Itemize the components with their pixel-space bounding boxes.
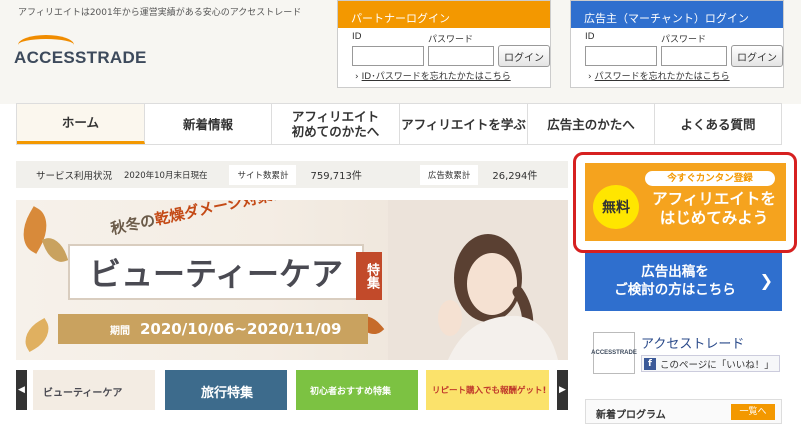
partner-password-input[interactable] (428, 46, 494, 66)
nav-home[interactable]: ホーム (17, 104, 145, 144)
leaf-decoration-icon (41, 233, 69, 267)
subtitle-post: に！ (270, 200, 303, 204)
advertiser-id-input[interactable] (585, 46, 657, 66)
ad-button-text: 広告出稿を ご検討の方はこちら (614, 264, 736, 299)
start-affiliate-button[interactable]: 今すぐカンタン登録 無料 アフィリエイトを はじめてみよう (585, 163, 786, 241)
new-programs-title: 新着プログラム (596, 410, 666, 421)
view-all-button[interactable]: 一覧へ (731, 404, 775, 420)
sites-label: サイト数累計 (229, 164, 297, 185)
advertiser-login-title: 広告主（マーチャント）ログイン (571, 1, 783, 28)
nav-advertisers[interactable]: 広告主のかたへ (528, 104, 655, 144)
sites-value: 759,713件 (310, 171, 362, 182)
model-photo (388, 200, 568, 360)
partner-password-label: パスワード (428, 35, 474, 45)
nav-news[interactable]: 新着情報 (145, 104, 272, 144)
period-label: 期間 (110, 325, 130, 337)
advertiser-forgot-link[interactable]: › パスワードを忘れたかたはこちら (588, 69, 730, 82)
partner-id-input[interactable] (352, 46, 424, 66)
period-dates: 2020/10/06~2020/11/09 (140, 320, 342, 338)
thumb-next-button[interactable]: ▶ (557, 370, 568, 410)
banner-badge: 特集 (356, 252, 382, 300)
beauty-care-banner[interactable]: 秋冬の乾燥ダメージ対策に！ ビューティーケア 特集 期間 2020/10/06~2… (16, 200, 568, 360)
site-header: アフィリエイトは2001年から運営実績がある安心のアクセストレード ACCESS… (0, 0, 801, 104)
fb-page-avatar[interactable]: ACCESSTRADE (591, 332, 637, 374)
partner-forgot-link[interactable]: › ID･パスワードを忘れたかたはこちら (355, 69, 511, 82)
partner-login-title: パートナーログイン (338, 1, 550, 28)
partner-login-button[interactable]: ログイン (498, 45, 550, 67)
new-programs-box: 新着プログラム 一覧へ (585, 399, 782, 424)
stats-date: 2020年10月末日現在 (124, 170, 208, 181)
thumb-text: 初心者おすすめ特集 (310, 387, 392, 397)
main-nav: ホーム 新着情報 アフィリエイト 初めてのかたへ アフィリエイトを学ぶ 広告主の… (16, 103, 782, 145)
thumb-text: ビューティーケア (43, 388, 123, 399)
partner-login-box: パートナーログイン ID パスワード ログイン › ID･パスワードを忘れたかたは… (337, 0, 551, 88)
facebook-icon: f (644, 358, 656, 370)
fb-page-name[interactable]: アクセストレード (641, 333, 744, 352)
thumb-text: リピート購入でも報酬ゲット! (432, 386, 547, 396)
advertiser-login-box: 広告主（マーチャント）ログイン ID パスワード ログイン › パスワードを忘れた… (570, 0, 784, 88)
thumbnail-repeat[interactable]: リピート購入でも報酬ゲット! (426, 370, 549, 410)
free-badge: 無料 (593, 185, 639, 229)
thumb-prev-button[interactable]: ◀ (16, 370, 27, 410)
fb-like-button[interactable]: f このページに「いいね！」 (641, 355, 780, 372)
nav-faq[interactable]: よくある質問 (655, 104, 781, 144)
banner-subtitle: 秋冬の乾燥ダメージ対策に！ (109, 200, 303, 239)
advertiser-id-label: ID (585, 32, 595, 42)
thumbnail-travel[interactable]: 旅行特集 (165, 370, 287, 410)
nav-learn[interactable]: アフィリエイトを学ぶ (400, 104, 528, 144)
banner-period: 期間 2020/10/06~2020/11/09 (58, 314, 368, 344)
subtitle-emphasis: 乾燥ダメージ対策 (153, 200, 274, 229)
cta-top-label: 今すぐカンタン登録 (645, 171, 775, 186)
accesstrade-logo[interactable]: ACCESSTRADE (14, 35, 174, 85)
stats-title: サービス利用状況 (36, 170, 113, 182)
fb-like-text: このページに「いいね！」 (660, 360, 774, 371)
partner-id-label: ID (352, 32, 362, 42)
thumbnail-beauty[interactable]: ビューティーケア (33, 370, 155, 410)
advertiser-forgot-text: パスワードを忘れたかたはこちら (594, 72, 730, 82)
banner-title: ビューティーケア (68, 244, 364, 300)
facebook-widget: ACCESSTRADE アクセストレード f このページに「いいね！」 (585, 325, 782, 381)
advertiser-password-label: パスワード (661, 35, 707, 45)
service-stats-bar: サービス利用状況 2020年10月末日現在 サイト数累計 759,713件 広告… (16, 161, 568, 188)
link-arrow-icon: › (355, 72, 359, 82)
ads-label: 広告数累計 (419, 164, 479, 185)
thumbnail-beginner[interactable]: 初心者おすすめ特集 (296, 370, 418, 410)
logo-text: ACCESSTRADE (14, 48, 147, 67)
ads-value: 26,294件 (492, 171, 538, 182)
advertise-inquiry-button[interactable]: 広告出稿を ご検討の方はこちら ❯ (585, 253, 782, 311)
link-arrow-icon: › (588, 72, 592, 82)
leaf-decoration-icon (18, 317, 56, 353)
cta-main-text: アフィリエイトを はじめてみよう (652, 190, 776, 228)
thumb-text: 旅行特集 (201, 386, 254, 401)
advertiser-login-button[interactable]: ログイン (731, 45, 783, 67)
nav-first-time[interactable]: アフィリエイト 初めてのかたへ (272, 104, 400, 144)
chevron-right-icon: ❯ (759, 271, 773, 290)
banner-thumbnails: ◀ ビューティーケア 旅行特集 初心者おすすめ特集 リピート購入でも報酬ゲット!… (16, 368, 568, 412)
tagline: アフィリエイトは2001年から運営実績がある安心のアクセストレード (18, 8, 302, 18)
advertiser-password-input[interactable] (661, 46, 727, 66)
subtitle-pre: 秋冬の (109, 211, 157, 239)
partner-forgot-text: ID･パスワードを忘れたかたはこちら (361, 72, 511, 82)
